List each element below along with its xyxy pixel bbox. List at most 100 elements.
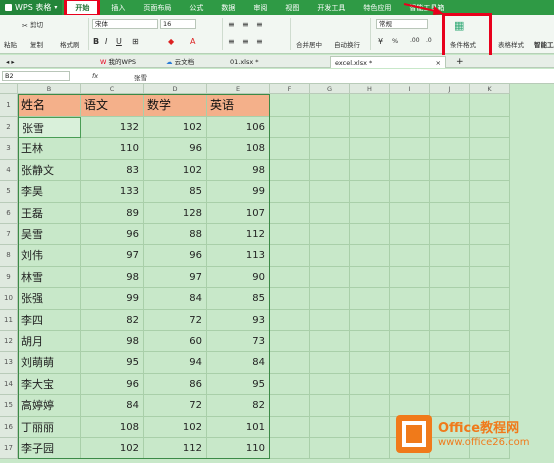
empty-cell[interactable] (350, 331, 390, 353)
name-cell[interactable]: 丁丽丽 (18, 416, 81, 438)
score-cell[interactable]: 102 (144, 159, 207, 182)
empty-cell[interactable] (350, 245, 390, 267)
tab-file-01[interactable]: 01.xlsx * (226, 56, 263, 68)
empty-cell[interactable] (470, 245, 510, 267)
empty-cell[interactable] (430, 288, 470, 310)
empty-cell[interactable] (390, 331, 430, 353)
score-cell[interactable]: 102 (144, 416, 207, 438)
empty-cell[interactable] (270, 331, 310, 353)
row-header[interactable]: 5 (0, 181, 18, 203)
empty-cell[interactable] (390, 309, 430, 331)
fx-button[interactable]: fx (92, 72, 98, 80)
empty-cell[interactable] (470, 309, 510, 331)
empty-cell[interactable] (390, 94, 430, 117)
score-cell[interactable]: 83 (81, 159, 144, 182)
empty-cell[interactable] (310, 309, 350, 331)
row-header[interactable]: 14 (0, 373, 18, 396)
empty-cell[interactable] (350, 202, 390, 224)
empty-cell[interactable] (350, 138, 390, 160)
score-cell[interactable]: 98 (81, 266, 144, 289)
score-cell[interactable]: 133 (81, 181, 144, 203)
column-header[interactable]: B (18, 84, 81, 94)
name-box[interactable]: B2 (2, 71, 70, 81)
row-header[interactable]: 8 (0, 245, 18, 267)
score-cell[interactable]: 72 (144, 309, 207, 331)
score-cell[interactable]: 95 (81, 352, 144, 374)
empty-cell[interactable] (470, 159, 510, 182)
empty-cell[interactable] (430, 159, 470, 182)
score-cell[interactable]: 94 (144, 352, 207, 374)
score-cell[interactable]: 99 (81, 288, 144, 310)
score-cell[interactable]: 96 (144, 245, 207, 267)
row-header[interactable]: 4 (0, 159, 18, 182)
score-cell[interactable]: 90 (207, 266, 270, 289)
tab-cloud-docs[interactable]: ☁ 云文档 (162, 56, 198, 68)
empty-cell[interactable] (390, 159, 430, 182)
row-header[interactable]: 12 (0, 331, 18, 353)
row-header[interactable]: 1 (0, 94, 18, 117)
empty-cell[interactable] (390, 138, 430, 160)
name-cell[interactable]: 张强 (18, 288, 81, 310)
empty-cell[interactable] (350, 117, 390, 139)
score-cell[interactable]: 72 (144, 395, 207, 417)
empty-cell[interactable] (270, 309, 310, 331)
score-cell[interactable]: 84 (144, 288, 207, 310)
empty-cell[interactable] (430, 331, 470, 353)
column-header[interactable]: I (390, 84, 430, 94)
name-cell[interactable]: 高婷婷 (18, 395, 81, 417)
score-cell[interactable]: 98 (207, 159, 270, 182)
empty-cell[interactable] (470, 138, 510, 160)
row-header[interactable]: 16 (0, 416, 18, 438)
name-cell[interactable]: 张静文 (18, 159, 81, 182)
empty-cell[interactable] (430, 181, 470, 203)
empty-cell[interactable] (470, 181, 510, 203)
name-cell[interactable]: 吴雪 (18, 224, 81, 246)
empty-cell[interactable] (470, 352, 510, 374)
empty-cell[interactable] (270, 373, 310, 396)
score-cell[interactable]: 112 (207, 224, 270, 246)
row-header[interactable]: 15 (0, 395, 18, 417)
empty-cell[interactable] (430, 309, 470, 331)
empty-cell[interactable] (350, 181, 390, 203)
empty-cell[interactable] (350, 395, 390, 417)
empty-cell[interactable] (430, 94, 470, 117)
empty-cell[interactable] (310, 117, 350, 139)
empty-cell[interactable] (270, 117, 310, 139)
score-cell[interactable]: 108 (207, 138, 270, 160)
empty-cell[interactable] (270, 224, 310, 246)
score-cell[interactable]: 98 (81, 331, 144, 353)
column-header[interactable]: D (144, 84, 207, 94)
score-cell[interactable]: 102 (81, 438, 144, 460)
name-cell[interactable]: 林雪 (18, 266, 81, 289)
empty-cell[interactable] (430, 266, 470, 289)
row-header[interactable]: 9 (0, 266, 18, 289)
empty-cell[interactable] (270, 288, 310, 310)
score-cell[interactable]: 73 (207, 331, 270, 353)
empty-cell[interactable] (350, 309, 390, 331)
score-cell[interactable]: 89 (81, 202, 144, 224)
empty-cell[interactable] (350, 288, 390, 310)
name-cell[interactable]: 刘伟 (18, 245, 81, 267)
formula-input[interactable]: 张雪 (134, 72, 147, 82)
score-cell[interactable]: 102 (144, 117, 207, 139)
header-cell[interactable]: 语文 (81, 94, 144, 117)
empty-cell[interactable] (310, 159, 350, 182)
row-header[interactable]: 6 (0, 202, 18, 224)
score-cell[interactable]: 97 (144, 266, 207, 289)
empty-cell[interactable] (270, 352, 310, 374)
score-cell[interactable]: 128 (144, 202, 207, 224)
empty-cell[interactable] (390, 117, 430, 139)
score-cell[interactable]: 60 (144, 331, 207, 353)
empty-cell[interactable] (430, 224, 470, 246)
row-header[interactable]: 10 (0, 288, 18, 310)
score-cell[interactable]: 106 (207, 117, 270, 139)
empty-cell[interactable] (350, 224, 390, 246)
score-cell[interactable]: 107 (207, 202, 270, 224)
tab-my-wps[interactable]: W 我的WPS (96, 56, 140, 68)
header-cell[interactable]: 英语 (207, 94, 270, 117)
empty-cell[interactable] (430, 373, 470, 396)
empty-cell[interactable] (270, 395, 310, 417)
empty-cell[interactable] (310, 395, 350, 417)
empty-cell[interactable] (430, 245, 470, 267)
empty-cell[interactable] (310, 416, 350, 438)
